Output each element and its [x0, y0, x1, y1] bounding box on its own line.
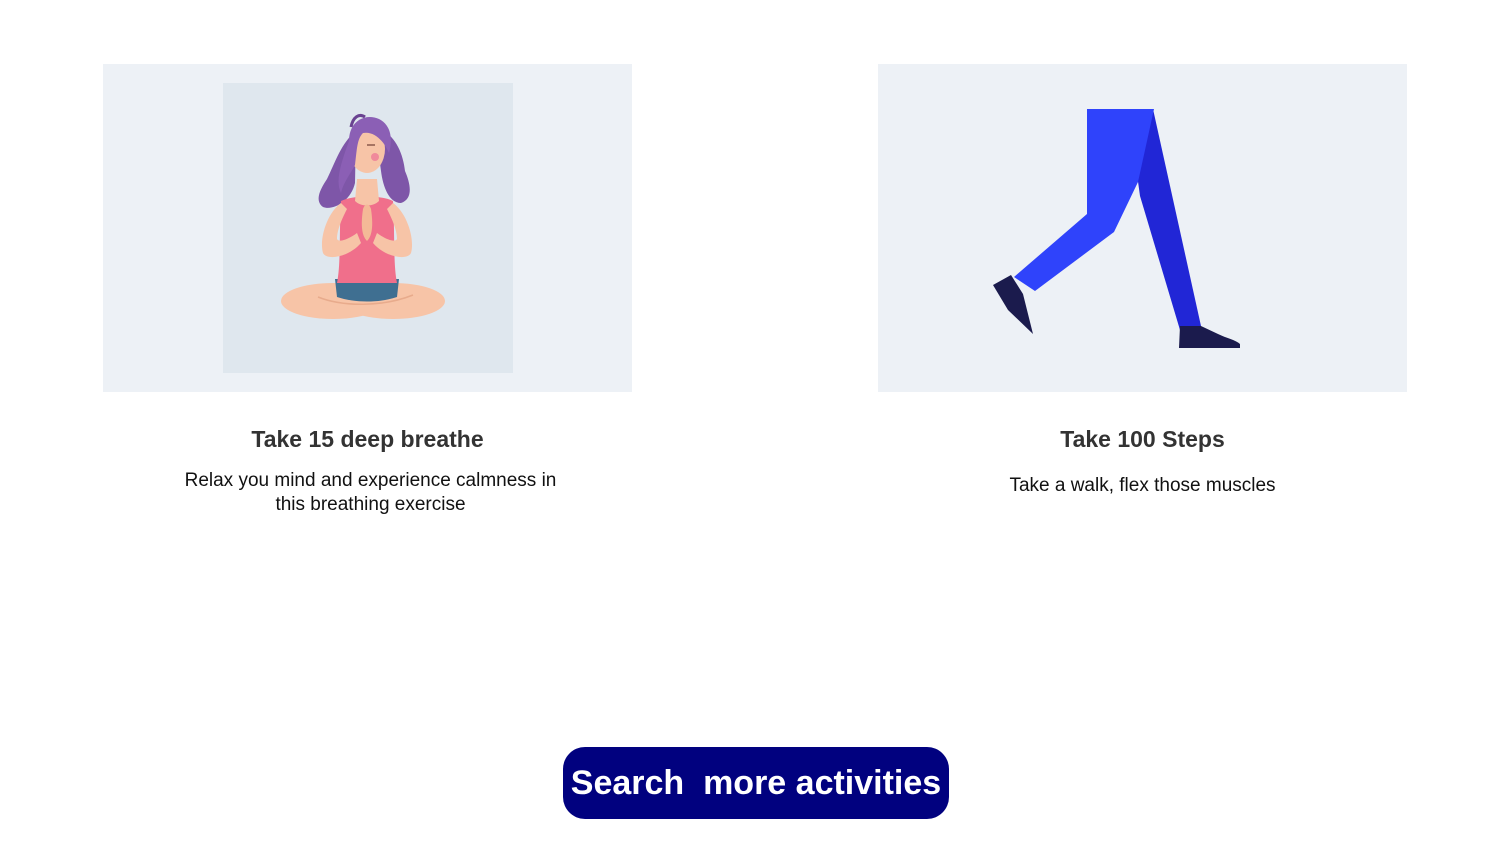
activity-description: Take a walk, flex those muscles: [878, 474, 1407, 498]
meditation-illustration-frame: [223, 83, 513, 373]
activity-card-media: [878, 64, 1407, 392]
meditating-woman-illustration: [281, 113, 445, 319]
search-more-activities-button[interactable]: Search more activities: [563, 747, 949, 819]
activity-title: Take 15 deep breathe: [251, 426, 484, 452]
activity-title: Take 100 Steps: [1060, 426, 1225, 452]
activity-description: Relax you mind and experience calmness i…: [106, 469, 635, 517]
activity-description-text: Relax you mind and experience calmness i…: [184, 470, 557, 515]
activity-card-breathing[interactable]: Take 15 deep breathe Relax you mind and …: [103, 64, 632, 515]
activity-card-steps[interactable]: Take 100 Steps Take a walk, flex those m…: [878, 64, 1407, 496]
activity-card-media: [103, 64, 632, 392]
activities-page: Take 15 deep breathe Relax you mind and …: [0, 0, 1512, 865]
walking-legs-illustration: [993, 109, 1240, 348]
activity-description-text: Take a walk, flex those muscles: [1009, 475, 1276, 496]
